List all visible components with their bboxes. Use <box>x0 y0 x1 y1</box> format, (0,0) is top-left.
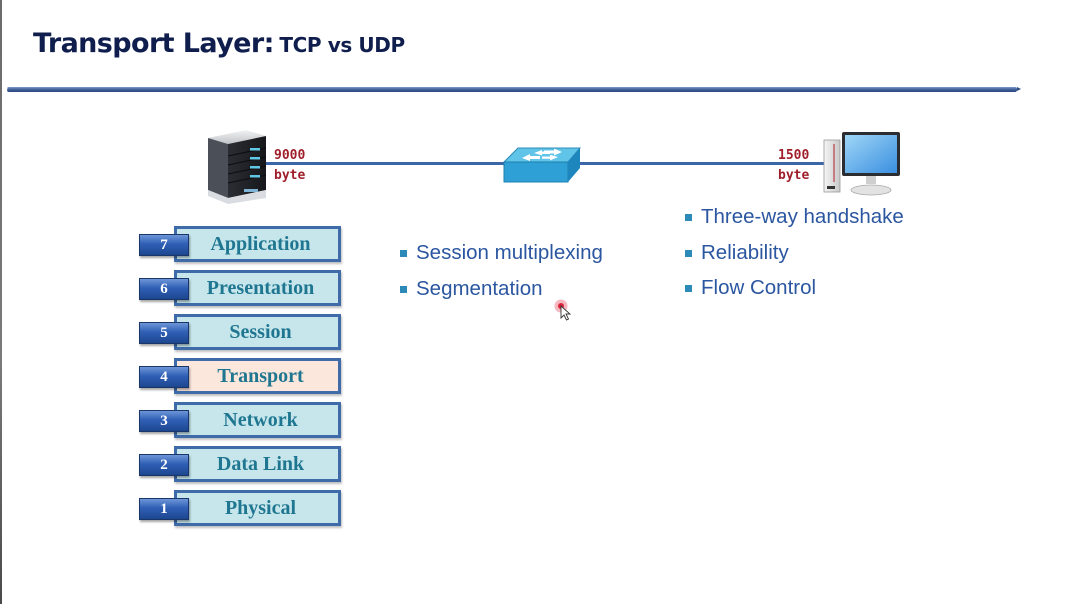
osi-layer-number: 3 <box>139 410 189 432</box>
osi-layer-number: 4 <box>139 366 189 388</box>
bullet-square-icon <box>685 214 692 221</box>
osi-layer-box: Session <box>174 314 341 350</box>
slide-title: Transport Layer: TCP vs UDP <box>33 28 405 59</box>
left-mtu-value: 9000 <box>274 148 306 163</box>
bullet-square-icon <box>685 249 692 257</box>
osi-layer-number: 5 <box>139 322 189 344</box>
osi-layer-name: Application <box>210 232 311 255</box>
list-item: Session multiplexing <box>400 235 603 271</box>
osi-layer-2: Data Link 2 <box>139 446 341 482</box>
osi-layer-number: 6 <box>139 278 189 300</box>
osi-layer-6: Presentation 6 <box>139 270 341 306</box>
osi-layer-box: Transport <box>174 358 341 394</box>
osi-layer-box: Network <box>174 402 341 438</box>
list-item: Reliability <box>685 235 904 271</box>
osi-layer-number: 2 <box>139 454 189 476</box>
right-mtu-value: 1500 <box>778 148 810 163</box>
osi-layer-box: Data Link <box>174 446 341 482</box>
list-item-text: Reliability <box>701 240 789 264</box>
osi-layer-box: Application <box>174 226 341 262</box>
list-item: Flow Control <box>685 270 904 306</box>
desktop-pc-icon <box>823 132 900 196</box>
osi-layer-box: Physical <box>174 490 341 526</box>
list-item-text: Three-way handshake <box>701 205 904 228</box>
list-item-text: Segmentation <box>416 276 543 300</box>
slide-title-main: Transport Layer: <box>33 28 274 59</box>
osi-layer-name: Physical <box>224 496 297 519</box>
bullet-square-icon <box>400 250 407 257</box>
osi-layer-name: Transport <box>217 364 304 387</box>
right-mtu-label: 1500 byte <box>778 146 809 186</box>
list-item: Three-way handshake <box>685 199 904 235</box>
list-item-text: Session multiplexing <box>416 241 603 264</box>
osi-layer-number: 1 <box>139 498 189 520</box>
slide-title-sub: TCP vs UDP <box>279 33 405 57</box>
transport-functions-list: Session multiplexing Segmentation <box>400 235 603 306</box>
osi-layer-5: Session 5 <box>139 314 341 350</box>
list-item-text: Flow Control <box>701 276 817 299</box>
tcp-features-list: Three-way handshake Reliability Flow Con… <box>685 199 904 306</box>
osi-layer-box: Presentation <box>174 270 341 306</box>
window-left-edge <box>0 0 2 604</box>
osi-layer-1: Physical 1 <box>139 490 341 526</box>
right-mtu-unit: byte <box>778 168 810 183</box>
osi-layer-number: 7 <box>139 234 189 256</box>
left-mtu-unit: byte <box>274 168 306 183</box>
server-icon <box>208 130 267 204</box>
mouse-pointer-icon <box>554 299 572 321</box>
osi-layer-name: Presentation <box>206 276 315 299</box>
osi-layer-name: Session <box>229 320 292 343</box>
bullet-square-icon <box>685 285 692 292</box>
osi-layer-7: Application 7 <box>139 226 341 262</box>
osi-layer-name: Network <box>223 408 298 431</box>
bullet-square-icon <box>400 285 407 293</box>
osi-layer-4-highlighted: Transport 4 <box>139 358 341 394</box>
title-divider <box>4 87 1021 92</box>
osi-layer-3: Network 3 <box>139 402 341 438</box>
osi-layer-name: Data Link <box>216 452 305 475</box>
left-mtu-label: 9000 byte <box>274 146 305 186</box>
switch-icon <box>502 147 582 183</box>
